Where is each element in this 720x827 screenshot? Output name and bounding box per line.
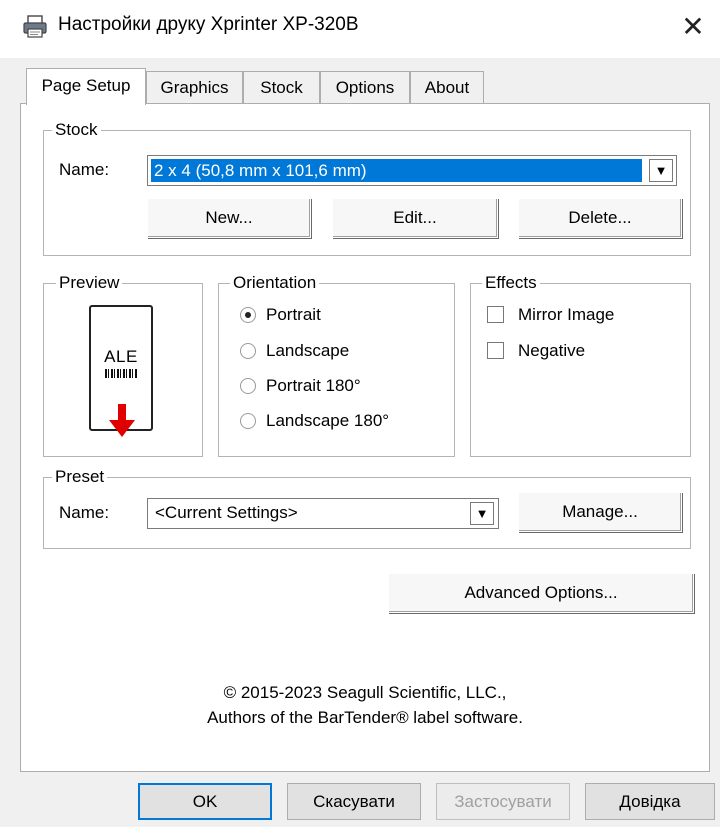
chevron-down-icon[interactable]: ▼	[470, 502, 494, 525]
manage-preset-button[interactable]: Manage...	[518, 492, 682, 532]
portrait-label: Portrait	[266, 305, 321, 324]
tab-stock[interactable]: Stock	[243, 71, 320, 104]
landscape-180-label: Landscape 180°	[266, 411, 390, 430]
portrait-180-label: Portrait 180°	[266, 376, 361, 395]
mirror-image-label: Mirror Image	[518, 305, 615, 324]
stock-edit-button[interactable]: Edit...	[332, 198, 498, 238]
close-icon[interactable]: ✕	[676, 10, 710, 44]
effects-group-label: Effects	[482, 273, 540, 293]
stock-delete-button[interactable]: Delete...	[518, 198, 682, 238]
stock-new-button[interactable]: New...	[147, 198, 311, 238]
stock-group-label: Stock	[52, 120, 101, 140]
preview-group-label: Preview	[56, 273, 123, 293]
tab-about[interactable]: About	[410, 71, 484, 104]
apply-button[interactable]: Застосувати	[436, 783, 570, 820]
tab-graphics[interactable]: Graphics	[146, 71, 243, 104]
portrait-radio[interactable]	[240, 307, 256, 323]
arrow-down-icon	[109, 404, 135, 443]
landscape-label: Landscape	[266, 341, 350, 360]
advanced-options-button[interactable]: Advanced Options...	[388, 573, 694, 613]
window-title: Настройки друку Xprinter XP-320B	[58, 14, 359, 35]
landscape-180-radio[interactable]	[240, 413, 256, 429]
portrait-180-radio[interactable]	[240, 378, 256, 394]
negative-label: Negative	[518, 341, 586, 360]
preset-name-value: <Current Settings>	[155, 503, 298, 522]
cancel-button[interactable]: Скасувати	[287, 783, 421, 820]
help-button[interactable]: Довідка	[585, 783, 715, 820]
orientation-group-label: Orientation	[230, 273, 320, 293]
stock-name-value: 2 x 4 (50,8 mm x 101,6 mm)	[151, 159, 642, 182]
tab-options[interactable]: Options	[320, 71, 410, 104]
ok-button[interactable]: OK	[138, 783, 272, 820]
copyright-line-2: Authors of the BarTender® label software…	[207, 708, 523, 727]
preset-name-label: Name:	[59, 503, 110, 522]
stock-name-combo[interactable]: 2 x 4 (50,8 mm x 101,6 mm) ▼	[147, 155, 677, 186]
preset-name-combo[interactable]: <Current Settings> ▼	[147, 498, 499, 529]
chevron-down-icon[interactable]: ▼	[649, 159, 673, 182]
tab-page-setup[interactable]: Page Setup	[26, 68, 146, 105]
printer-icon	[22, 14, 48, 40]
preset-group-label: Preset	[52, 467, 108, 487]
copyright-line-1: © 2015-2023 Seagull Scientific, LLC.,	[223, 683, 507, 702]
stock-name-label: Name:	[59, 160, 110, 179]
barcode-icon	[105, 369, 137, 378]
negative-checkbox[interactable]	[487, 342, 504, 359]
mirror-image-checkbox[interactable]	[487, 306, 504, 323]
landscape-radio[interactable]	[240, 343, 256, 359]
preview-sample-text: ALE	[104, 347, 138, 366]
